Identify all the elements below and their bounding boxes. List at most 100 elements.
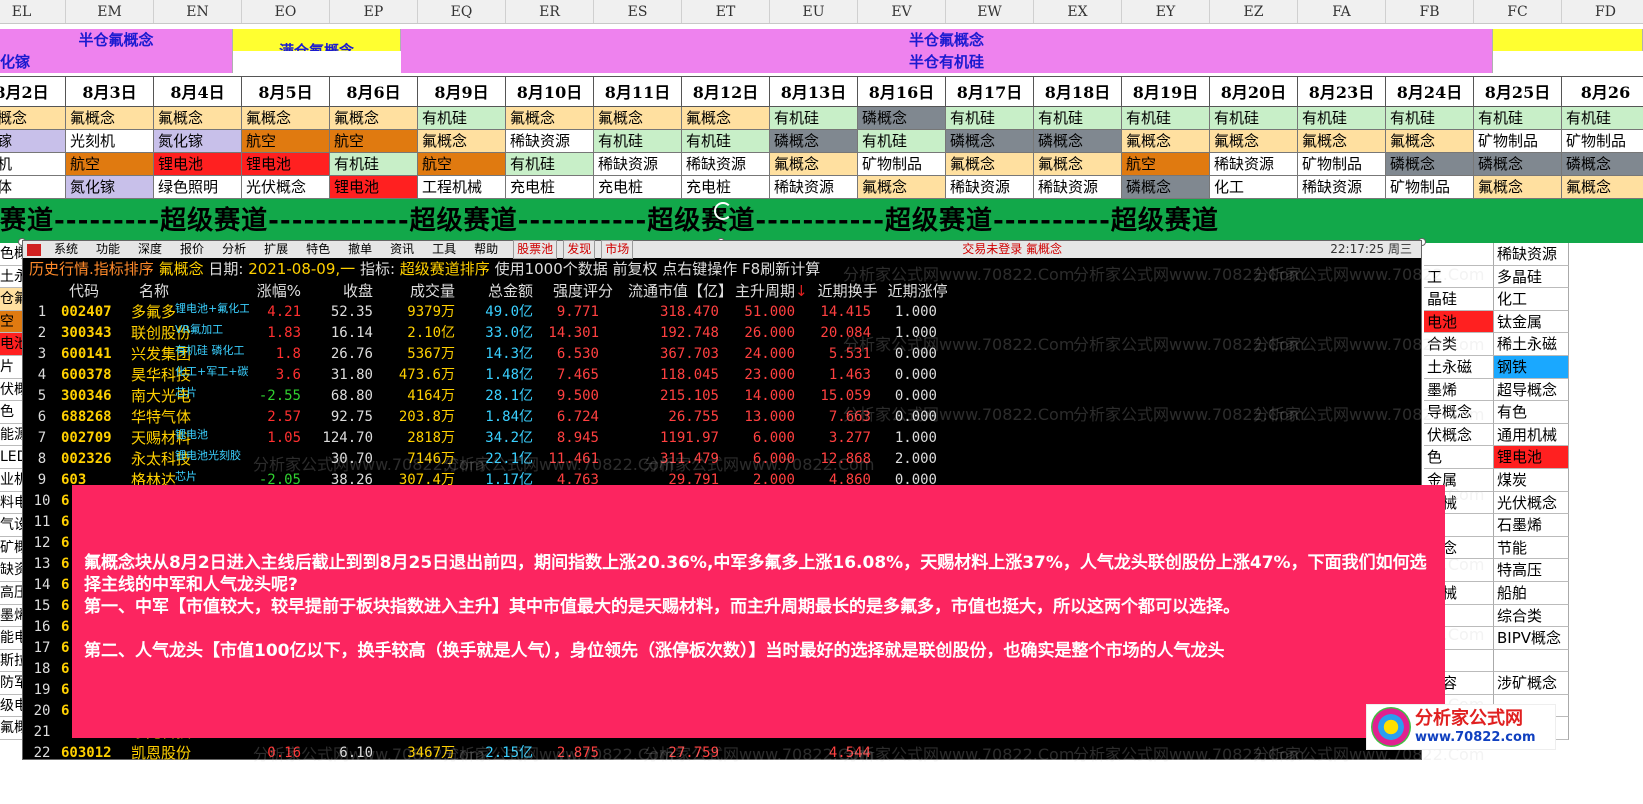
col-limit-up[interactable]: 近期涨停 [878, 280, 948, 302]
grid-cell[interactable]: 充电桩 [682, 176, 770, 199]
right-cell[interactable] [1494, 649, 1569, 673]
column-header[interactable]: ET [682, 0, 770, 23]
grid-cell[interactable]: 氮化镓 [154, 130, 242, 153]
grid-cell[interactable]: 磷概念 [858, 107, 946, 130]
grid-cell[interactable]: 磷概念 [1474, 153, 1562, 176]
column-header[interactable]: EY [1122, 0, 1210, 23]
grid-cell[interactable]: 有机硅 [1298, 107, 1386, 130]
menu-item[interactable]: 报价 [171, 241, 213, 258]
column-header[interactable]: EX [1034, 0, 1122, 23]
right-cell[interactable]: 钢铁 [1494, 355, 1569, 379]
grid-cell[interactable]: 有机硅 [1386, 107, 1474, 130]
right-cell[interactable]: 墨烯 [1424, 378, 1494, 402]
grid-cell[interactable]: 稀缺资源 [682, 153, 770, 176]
grid-cell[interactable]: 磷概念 [1562, 153, 1643, 176]
menu-item[interactable]: 帮助 [465, 241, 507, 258]
grid-cell[interactable]: 氟概念 [0, 107, 66, 130]
right-cell[interactable]: BIPV概念 [1494, 627, 1569, 650]
col-volume[interactable]: 成交量 [373, 280, 455, 302]
grid-cell[interactable]: 氟概念 [1122, 130, 1210, 153]
menu-item[interactable]: 系统 [45, 241, 87, 258]
grid-cell[interactable]: 矿物制品 [858, 153, 946, 176]
grid-cell[interactable]: 氟概念 [242, 107, 330, 130]
column-header[interactable]: ER [506, 0, 594, 23]
grid-cell[interactable]: 有机硅 [1122, 107, 1210, 130]
grid-cell[interactable]: 锂电池 [330, 176, 418, 199]
grid-cell[interactable]: 充电桩 [594, 176, 682, 199]
right-cell[interactable]: 钛金属 [1494, 310, 1569, 334]
table-row[interactable]: 2 300343 联创股份 VR氟加工 1.83 16.14 2.10亿 33.0亿 14.30… [23, 323, 1421, 344]
col-cycle[interactable]: 主升周期 [733, 280, 795, 302]
grid-cell[interactable]: 磷概念 [770, 130, 858, 153]
grid-cell[interactable]: 氟概念 [682, 107, 770, 130]
grid-cell[interactable]: 稀缺资源 [1298, 176, 1386, 199]
grid-cell[interactable]: 氟概念 [594, 107, 682, 130]
grid-cell[interactable]: 航空 [242, 130, 330, 153]
grid-cell[interactable]: 氟概念 [506, 107, 594, 130]
grid-cell[interactable]: 光刻机 [66, 130, 154, 153]
grid-cell[interactable]: 氟概念 [418, 130, 506, 153]
table-row[interactable]: 22 603012 凯恩股份 0.16 6.10 3467万 2.15亿 2.875 27.75… [23, 743, 1421, 764]
menu-item[interactable]: 特色 [297, 241, 339, 258]
column-header[interactable]: EU [770, 0, 858, 23]
menu-item[interactable]: 撤单 [339, 241, 381, 258]
login-status[interactable]: 交易未登录 氟概念 [953, 241, 1071, 258]
right-cell[interactable]: 晶硅 [1424, 288, 1494, 311]
grid-cell[interactable]: 稀缺资源 [946, 176, 1034, 199]
grid-cell[interactable]: 化工 [1210, 176, 1298, 199]
column-header[interactable]: EP [330, 0, 418, 23]
menu-item[interactable]: 分析 [213, 241, 255, 258]
grid-cell[interactable]: 氟概念 [858, 176, 946, 199]
right-cell[interactable] [1424, 243, 1494, 266]
tab-stock-pool[interactable]: 股票池 [513, 240, 558, 259]
grid-cell[interactable]: 航空 [66, 153, 154, 176]
right-cell[interactable]: 船舶 [1494, 581, 1569, 605]
grid-cell[interactable]: 磷概念 [1386, 153, 1474, 176]
grid-cell[interactable]: 矿物制品 [1298, 153, 1386, 176]
grid-cell[interactable]: 工程机械 [418, 176, 506, 199]
mode-label[interactable]: 历史行情.指标排序 [29, 260, 154, 278]
column-header[interactable]: EO [242, 0, 330, 23]
right-cell[interactable]: 伏概念 [1424, 423, 1494, 447]
col-amount[interactable]: 总金额 [455, 280, 533, 302]
grid-cell[interactable]: 有机硅 [506, 153, 594, 176]
grid-cell[interactable]: 稀缺资源 [594, 153, 682, 176]
grid-cell[interactable]: 矿物制品 [1474, 130, 1562, 153]
grid-cell[interactable]: 锂电池 [154, 153, 242, 176]
grid-cell[interactable]: 航空 [1122, 153, 1210, 176]
grid-cell[interactable]: 有机硅 [418, 107, 506, 130]
column-header[interactable]: FC [1474, 0, 1562, 23]
right-cell[interactable]: 节能 [1494, 536, 1569, 560]
menu-item[interactable]: 深度 [129, 241, 171, 258]
right-cell[interactable]: 土永磁 [1424, 355, 1494, 379]
grid-cell[interactable]: 磷概念 [1034, 130, 1122, 153]
column-header[interactable]: FD [1562, 0, 1643, 23]
grid-cell[interactable]: 有机硅 [946, 107, 1034, 130]
grid-cell[interactable]: 有机硅 [1562, 107, 1643, 130]
table-row[interactable]: 6 688268 华特气体 2.57 92.75 203.8万 1.84亿 6.724 26.7… [23, 407, 1421, 428]
right-cell[interactable]: 稀土永磁 [1494, 333, 1569, 356]
grid-cell[interactable]: 有机硅 [594, 130, 682, 153]
tab-discover[interactable]: 发现 [563, 240, 596, 259]
grid-cell[interactable]: 有机硅 [770, 107, 858, 130]
grid-cell[interactable]: 氟概念 [1298, 130, 1386, 153]
grid-cell[interactable]: 氟概念 [1474, 176, 1562, 199]
menu-item[interactable]: 扩展 [255, 241, 297, 258]
grid-cell[interactable]: 锂电池 [242, 153, 330, 176]
grid-cell[interactable]: 氮化镓 [66, 176, 154, 199]
grid-cell[interactable]: 光伏概念 [242, 176, 330, 199]
grid-cell[interactable]: 氟概念 [66, 107, 154, 130]
column-header[interactable]: EQ [418, 0, 506, 23]
column-header[interactable]: EW [946, 0, 1034, 23]
right-cell[interactable]: 光伏概念 [1494, 491, 1569, 515]
right-cell[interactable]: 综合类 [1494, 604, 1569, 628]
right-cell[interactable]: 涉矿概念 [1494, 672, 1569, 695]
right-cell[interactable]: 色 [1424, 446, 1494, 469]
table-row[interactable]: 4 600378 昊华科技 化工+军工+碳 3.6 31.80 473.6万 1.48亿 7.4… [23, 365, 1421, 386]
grid-cell[interactable]: 矿物制品 [1386, 176, 1474, 199]
grid-cell[interactable]: 氟概念 [770, 153, 858, 176]
grid-cell[interactable]: 氟概念 [1034, 153, 1122, 176]
grid-cell[interactable]: 有机硅 [1210, 107, 1298, 130]
table-row[interactable]: 8 002326 永太科技 锂电池光刻胶 30.70 7146万 22.1亿 11.461 31… [23, 449, 1421, 470]
table-row[interactable]: 1 002407 多氟多 锂电池+氟化工 4.21 52.35 9379万 49.0亿 9.77… [23, 302, 1421, 323]
